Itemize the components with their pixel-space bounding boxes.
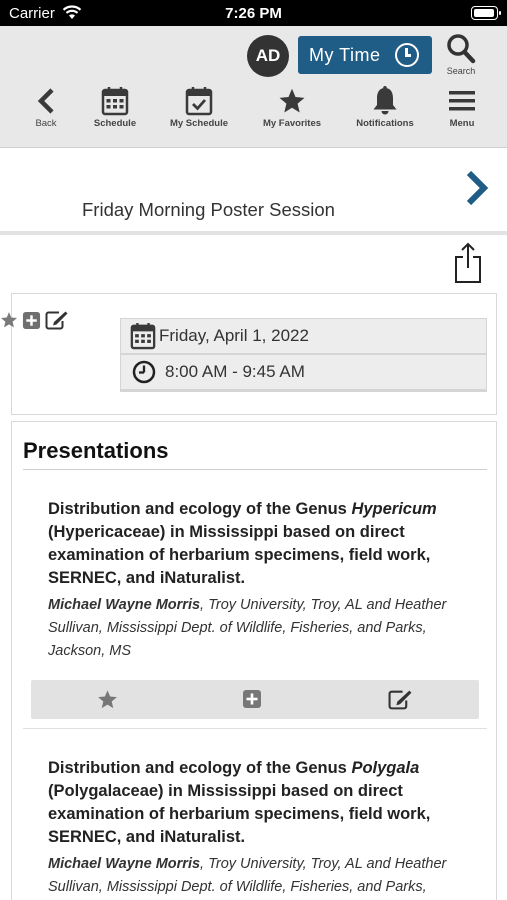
nav-label-my-schedule: My Schedule bbox=[169, 118, 229, 129]
presentation-title[interactable]: Distribution and ecology of the Genus Hy… bbox=[48, 498, 468, 590]
app-header: AD My Time Search Back Schedule My Sched… bbox=[0, 26, 507, 148]
nav-back[interactable]: Back bbox=[26, 84, 66, 138]
plus-square-icon bbox=[243, 690, 261, 708]
clock-icon bbox=[395, 43, 419, 67]
presentation-authors: Michael Wayne Morris, Troy University, T… bbox=[48, 597, 447, 659]
my-time-label: My Time bbox=[309, 44, 381, 65]
edit-note-icon bbox=[388, 690, 412, 710]
session-date: Friday, April 1, 2022 bbox=[159, 326, 309, 345]
add-note-button[interactable] bbox=[388, 689, 413, 710]
session-date-row: Friday, April 1, 2022 bbox=[120, 318, 487, 354]
nav-my-favorites[interactable]: My Favorites bbox=[257, 84, 327, 138]
presentations-heading: Presentations bbox=[23, 438, 169, 463]
presentation-authors: Michael Wayne Morris, Troy University, T… bbox=[48, 856, 447, 895]
calendar-icon bbox=[101, 87, 129, 116]
back-arrow-icon bbox=[37, 88, 54, 114]
session-info-box: Friday, April 1, 2022 8:00 AM - 9:45 AM bbox=[0, 293, 497, 415]
star-icon bbox=[0, 312, 18, 328]
clock-icon bbox=[132, 360, 156, 384]
clock-time: 7:26 PM bbox=[225, 5, 282, 22]
my-time-button[interactable]: My Time bbox=[298, 36, 432, 74]
calendar-icon bbox=[130, 322, 156, 350]
plus-square-icon bbox=[22, 311, 41, 329]
nav-schedule[interactable]: Schedule bbox=[85, 84, 145, 138]
add-to-schedule-button[interactable] bbox=[22, 311, 41, 330]
divider bbox=[23, 728, 487, 729]
nav-menu[interactable]: Menu bbox=[442, 84, 482, 138]
add-to-schedule-button[interactable] bbox=[242, 689, 262, 709]
battery-icon bbox=[471, 6, 501, 20]
edit-note-icon bbox=[45, 311, 68, 330]
session-actions bbox=[0, 310, 69, 330]
next-session-button[interactable] bbox=[464, 169, 490, 212]
star-icon bbox=[98, 690, 117, 709]
calendar-check-icon bbox=[185, 87, 213, 116]
search-icon bbox=[447, 34, 476, 64]
presentations-panel: Presentations Distribution and ecology o… bbox=[11, 421, 497, 900]
favorite-button[interactable] bbox=[0, 311, 18, 329]
status-bar: Carrier 7:26 PM bbox=[0, 0, 507, 26]
nav-label-back: Back bbox=[35, 118, 57, 129]
session-title: Friday Morning Poster Session bbox=[82, 199, 335, 220]
nav-label-my-favorites: My Favorites bbox=[262, 118, 322, 129]
bell-icon bbox=[373, 86, 397, 115]
share-button[interactable] bbox=[453, 242, 483, 289]
nav-label-schedule: Schedule bbox=[93, 118, 137, 129]
nav-bar: Back Schedule My Schedule My Favorites N… bbox=[0, 84, 507, 138]
star-icon bbox=[279, 88, 305, 113]
nav-label-notifications: Notifications bbox=[356, 118, 414, 129]
nav-label-menu: Menu bbox=[449, 118, 475, 129]
divider bbox=[23, 469, 487, 470]
presentation-item: Distribution and ecology of the Genus Hy… bbox=[48, 498, 468, 663]
user-avatar[interactable]: AD bbox=[247, 35, 289, 77]
presentation-item: Distribution and ecology of the Genus Po… bbox=[48, 757, 468, 899]
presentation-title[interactable]: Distribution and ecology of the Genus Po… bbox=[48, 757, 468, 849]
nav-my-schedule[interactable]: My Schedule bbox=[164, 84, 234, 138]
nav-notifications[interactable]: Notifications bbox=[350, 84, 420, 138]
hamburger-icon bbox=[449, 91, 475, 111]
favorite-button[interactable] bbox=[97, 689, 118, 710]
presentation-action-bar bbox=[31, 680, 479, 719]
session-time-row: 8:00 AM - 9:45 AM bbox=[120, 354, 487, 392]
session-title-band: Friday Morning Poster Session bbox=[0, 149, 507, 235]
search-label: Search bbox=[446, 66, 476, 76]
search-button[interactable]: Search bbox=[441, 31, 481, 77]
add-note-button[interactable] bbox=[45, 310, 69, 330]
session-time: 8:00 AM - 9:45 AM bbox=[165, 362, 305, 381]
chevron-right-icon bbox=[466, 170, 489, 206]
share-icon bbox=[455, 242, 481, 283]
